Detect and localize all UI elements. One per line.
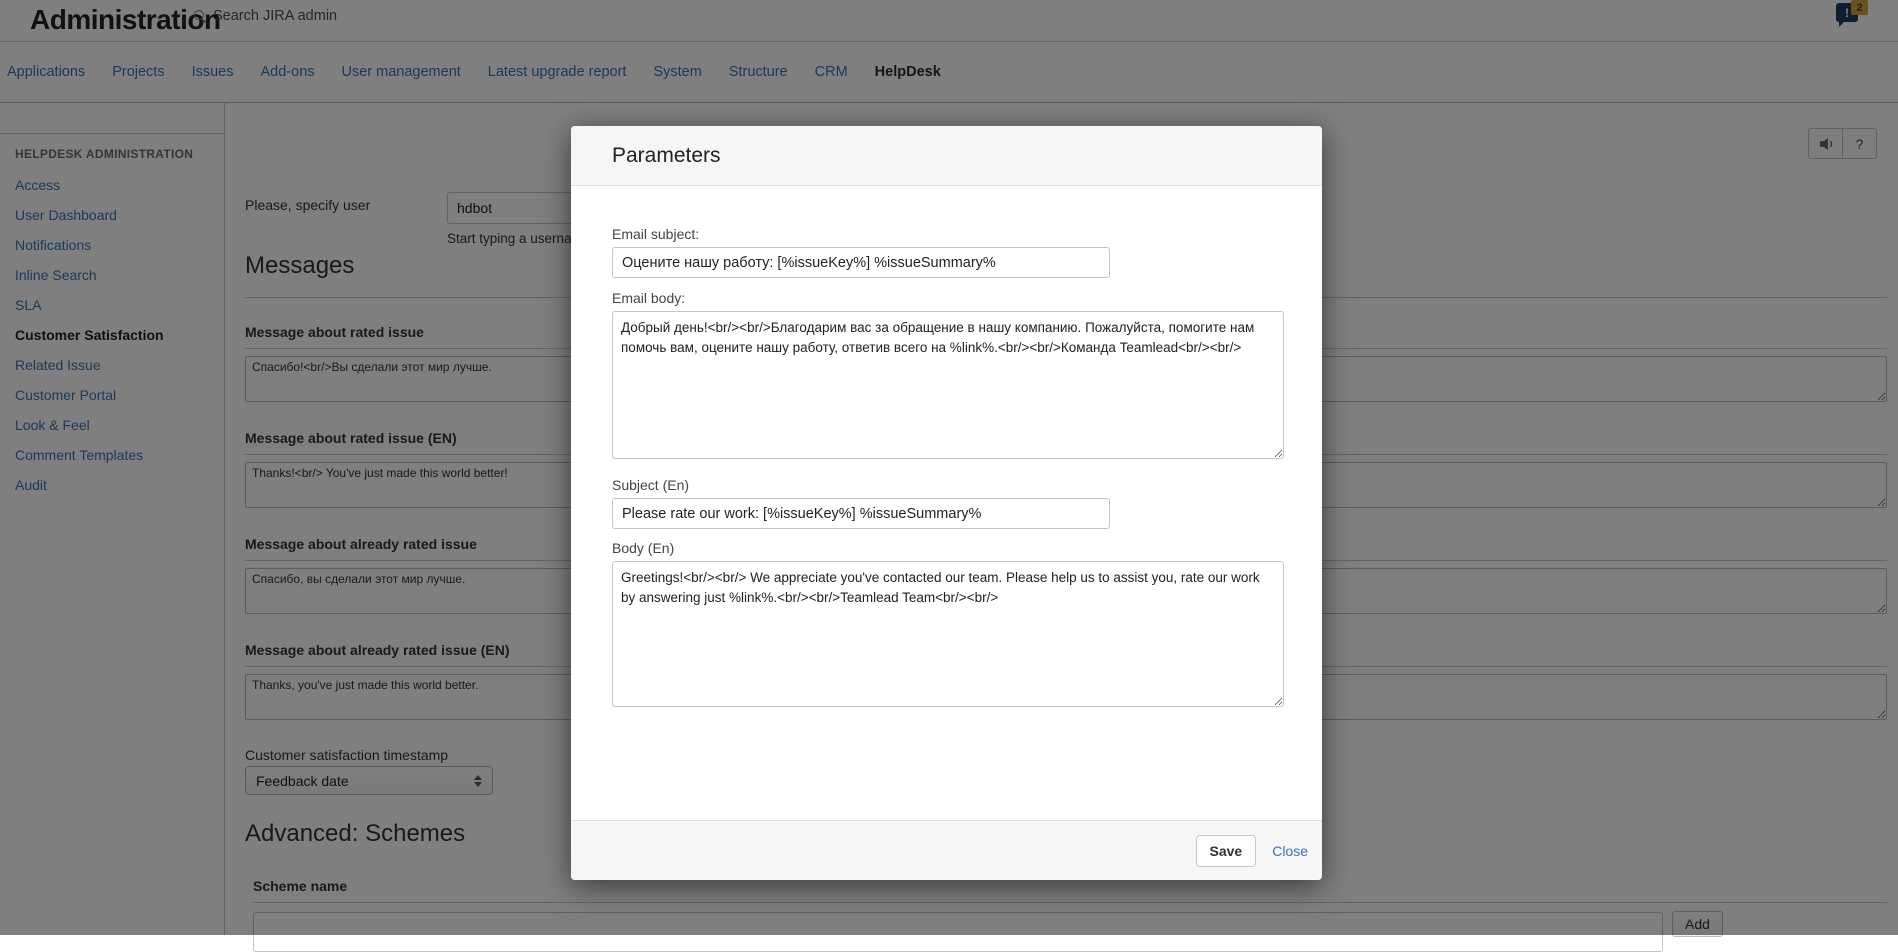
body-en-label: Body (En)	[612, 540, 1281, 556]
email-subject-input[interactable]	[612, 247, 1110, 278]
subject-en-input[interactable]	[612, 498, 1110, 529]
dialog-title: Parameters	[612, 144, 721, 168]
subject-en-label: Subject (En)	[612, 477, 1281, 493]
dialog-footer: Save Close	[571, 820, 1322, 880]
dialog-header: Parameters	[571, 126, 1322, 186]
email-body-textarea[interactable]: Добрый день!<br/><br/>Благодарим вас за …	[612, 311, 1284, 459]
body-en-textarea[interactable]: Greetings!<br/><br/> We appreciate you'v…	[612, 561, 1284, 707]
email-body-label: Email body:	[612, 290, 1281, 306]
parameters-dialog: Parameters Email subject: Email body: До…	[571, 126, 1322, 880]
dialog-body: Email subject: Email body: Добрый день!<…	[571, 186, 1322, 707]
save-button[interactable]: Save	[1196, 835, 1257, 867]
close-button[interactable]: Close	[1272, 843, 1308, 859]
email-subject-label: Email subject:	[612, 226, 1281, 242]
